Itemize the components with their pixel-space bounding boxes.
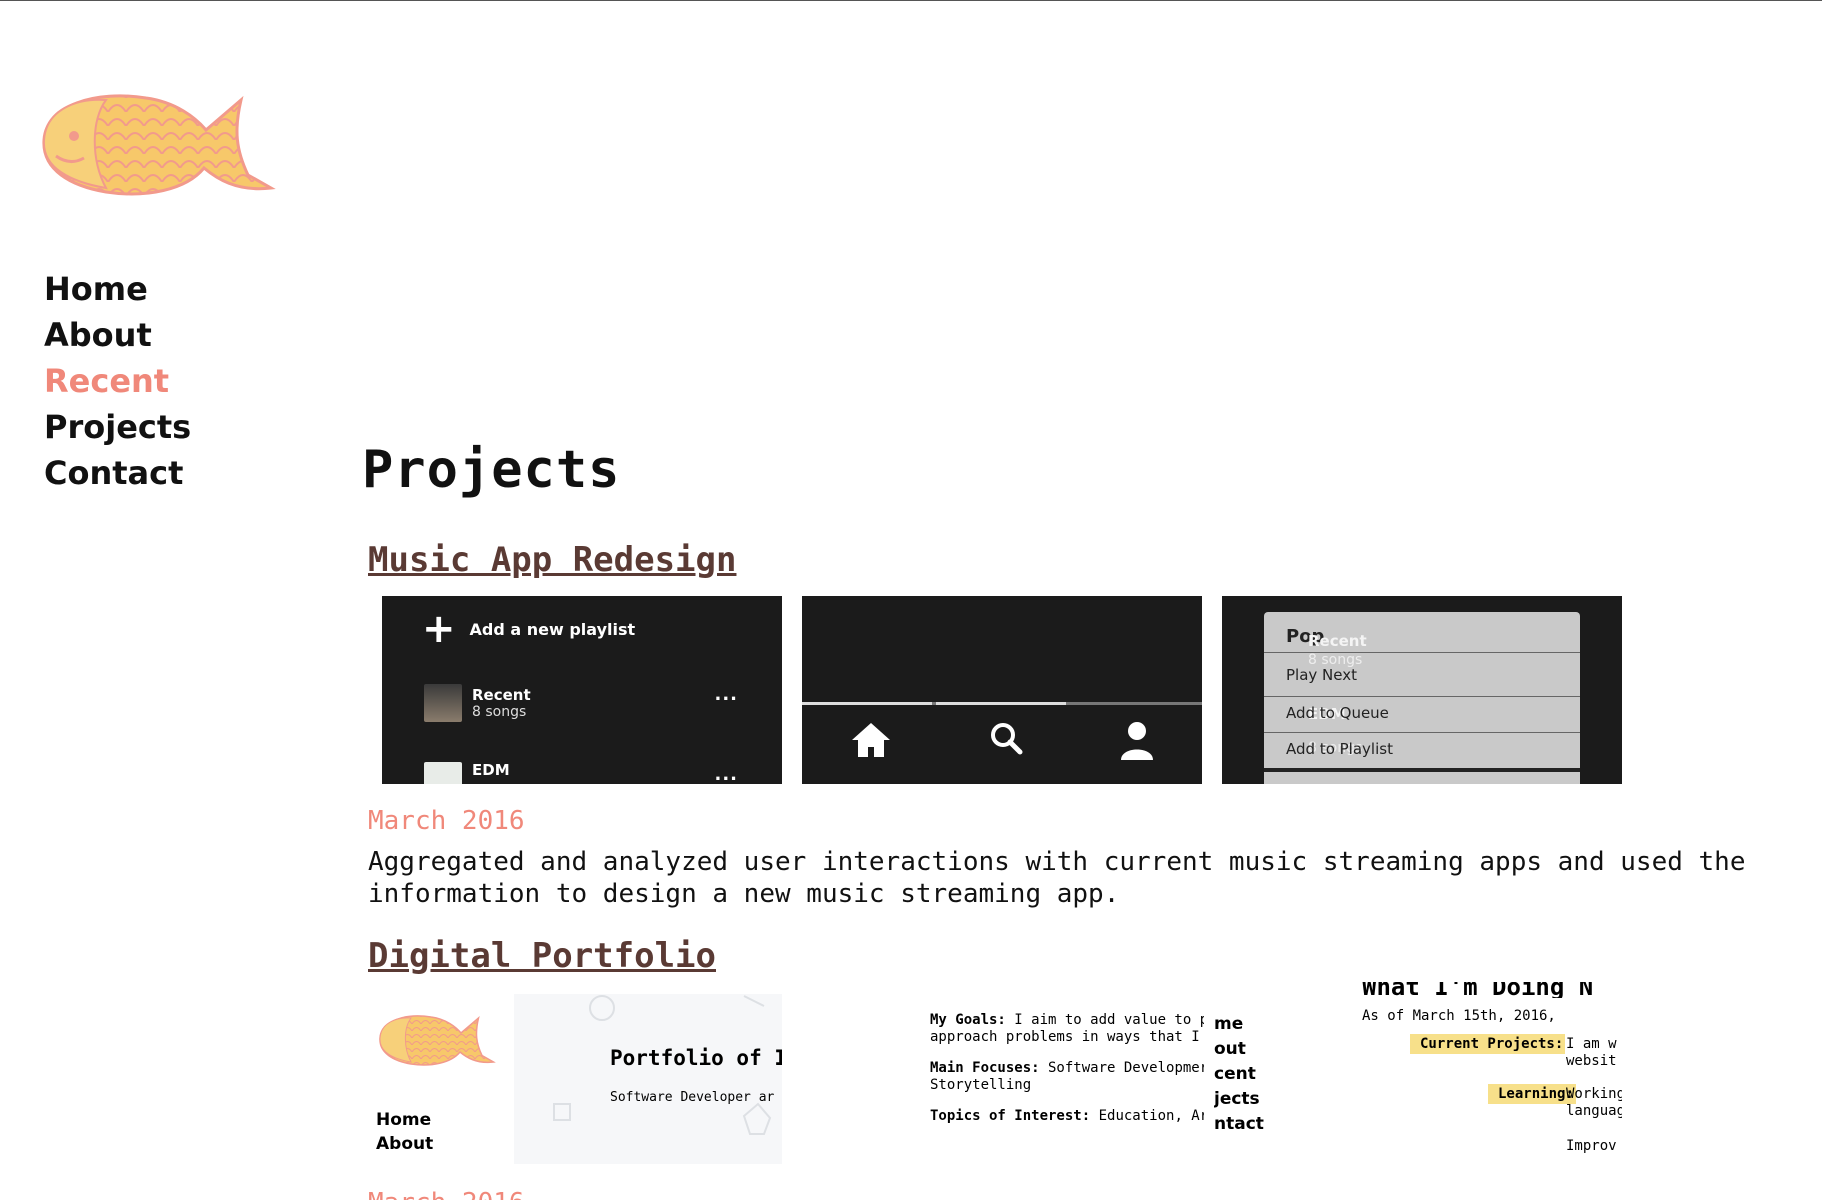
goal-label: Main Focuses: [930,1060,1040,1076]
project-date: March 2016 [368,806,525,836]
goals-snippet: My Goals: I aim to add value to p approac… [930,1012,1204,1139]
tab-bar [802,720,1202,760]
music-app-shot-tabbar[interactable] [802,596,1202,784]
nav-projects-link[interactable]: Projects [44,404,191,450]
current-projects-label: Current Projects: [1410,1034,1566,1054]
cropped-nav-item: jects [1214,1089,1260,1109]
music-app-shot-playlists[interactable]: + Add a new playlist Recent 8 songs ... … [382,596,782,784]
menu-ghost-recent: Recent [1308,632,1367,650]
cropped-nav-item: me [1214,1014,1244,1034]
add-playlist-row: + Add a new playlist [422,606,636,652]
more-icon: ... [714,684,738,705]
doing-as-of: As of March 15th, 2016, [1362,1008,1556,1024]
user-icon [1120,722,1153,760]
project-link-music-app[interactable]: Music App Redesign [368,540,736,580]
page-title: Projects [362,440,621,500]
cropped-nav-item: out [1214,1039,1246,1059]
playlist-count: 8 songs [472,704,527,720]
goal-text: approach problems in ways that I [930,1029,1200,1045]
mini-nav-item: Home [376,1110,432,1130]
goal-text: I aim to add value to p [1005,1012,1204,1028]
nav-contact-link[interactable]: Contact [44,450,191,496]
portfolio-card: Portfolio of I Software Developer ar [514,994,782,1164]
plus-icon: + [422,606,456,652]
goal-text: Storytelling [930,1077,1032,1093]
playlist-row: EDM [424,761,510,784]
tab-underline [802,702,1202,705]
more-icon: ... [714,764,738,784]
improv-text: Improv [1566,1138,1617,1154]
mini-nav: Home About [376,1108,433,1156]
playlist-title: Recent [472,686,531,704]
main-content: Projects Music App Redesign + Add a new … [362,440,1782,1200]
fish-logo-icon[interactable] [36,70,276,210]
mini-nav-item: About [376,1134,434,1154]
playlist-title: EDM [472,761,510,779]
fish-logo-icon [379,1015,496,1066]
search-icon [990,723,1023,755]
menu-item-add-to-queue: Add to Queue [1286,704,1389,722]
home-icon [852,723,891,757]
music-app-shot-context-menu[interactable]: Pop Recent 8 songs Play Next EDM Add to … [1222,596,1622,784]
goal-text: Education, Ar [1090,1108,1204,1124]
portfolio-screenshots[interactable]: Home About Portfolio of I Software Devel… [362,982,1782,1174]
cropped-nav: me out cent jects ntact [1214,1012,1264,1137]
card-title: Portfolio of I [610,1046,782,1070]
context-menu: Pop Recent 8 songs Play Next EDM Add to … [1264,612,1580,784]
cropped-nav-item: cent [1214,1064,1256,1084]
project-description: Aggregated and analyzed user interaction… [368,847,1746,909]
card-background-shapes [553,995,772,1135]
nav-recent-link[interactable]: Recent [44,358,191,404]
playlist-thumbnail [424,684,462,722]
music-app-screenshots: + Add a new playlist Recent 8 songs ... … [382,596,1782,784]
doing-heading: What I'm Doing N [1362,982,1594,998]
goal-label: Topics of Interest: [930,1108,1091,1124]
card-subtitle: Software Developer ar [610,1090,775,1105]
goal-text: Software Developmer [1039,1060,1204,1076]
menu-item-play-next: Play Next [1286,666,1357,684]
doing-snippet: What I'm Doing N As of March 15th, 2016,… [1362,982,1622,1162]
cropped-nav-item: ntact [1214,1114,1264,1134]
main-nav: Home About Recent Projects Contact [44,266,191,496]
goal-label: My Goals: [930,1012,1006,1028]
learning-label: Learning: [1488,1084,1576,1104]
current-projects-text: I am w websit [1566,1036,1617,1069]
nav-about-link[interactable]: About [44,312,191,358]
nav-home-link[interactable]: Home [44,266,191,312]
add-playlist-label: Add a new playlist [469,619,636,639]
learning-text: Working languag [1566,1086,1622,1119]
playlist-thumbnail [424,762,462,784]
project-date: March 2016 [368,1186,1782,1200]
menu-item-add-to-playlist: Add to Playlist [1286,740,1393,758]
project-link-digital-portfolio[interactable]: Digital Portfolio [368,936,716,976]
playlist-row: Recent 8 songs [424,684,531,722]
